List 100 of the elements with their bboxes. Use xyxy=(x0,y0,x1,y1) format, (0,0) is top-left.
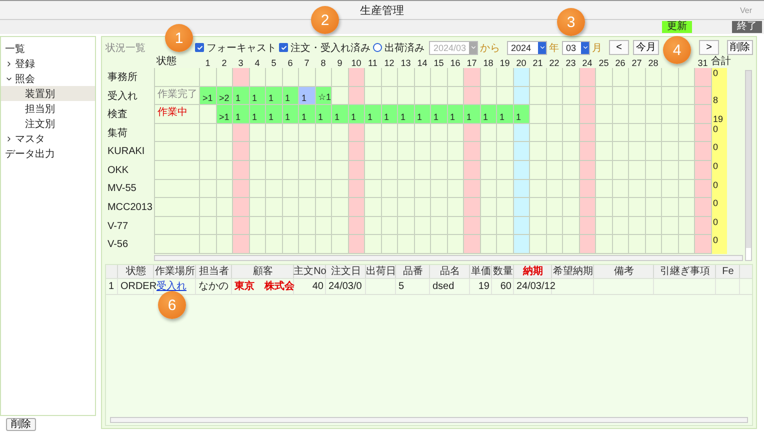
schedule-cell[interactable] xyxy=(282,68,298,87)
schedule-cell[interactable] xyxy=(562,105,579,124)
schedule-cell[interactable] xyxy=(298,142,315,161)
schedule-cell[interactable] xyxy=(199,124,216,142)
schedule-cell[interactable] xyxy=(644,142,662,161)
column-header[interactable]: 納期 xyxy=(514,264,552,278)
column-header[interactable]: 注文日 xyxy=(326,264,366,278)
schedule-cell[interactable] xyxy=(529,124,546,142)
next-button[interactable]: > xyxy=(699,40,719,55)
schedule-cell[interactable] xyxy=(562,180,579,198)
schedule-cell[interactable]: 1 xyxy=(446,105,464,124)
schedule-cell[interactable]: 1 xyxy=(414,105,430,124)
schedule-cell[interactable]: 1 xyxy=(380,105,398,124)
schedule-cell[interactable] xyxy=(232,68,249,87)
schedule-cell[interactable] xyxy=(612,68,628,87)
schedule-cell[interactable] xyxy=(644,235,662,254)
schedule-cell[interactable] xyxy=(414,68,430,87)
delete-button[interactable]: 削除 xyxy=(6,418,36,431)
schedule-cell[interactable] xyxy=(348,235,364,254)
schedule-cell[interactable] xyxy=(430,68,447,87)
checkbox-option[interactable]: フォーキャスト xyxy=(195,40,276,54)
schedule-cell[interactable] xyxy=(298,160,315,180)
schedule-cell[interactable] xyxy=(265,68,282,87)
schedule-cell[interactable] xyxy=(199,235,216,254)
schedule-cell[interactable] xyxy=(562,235,579,254)
schedule-cell[interactable] xyxy=(546,235,562,254)
schedule-cell[interactable] xyxy=(282,235,298,254)
schedule-cell[interactable] xyxy=(331,235,348,254)
schedule-cell[interactable] xyxy=(331,160,348,180)
schedule-cell[interactable] xyxy=(397,198,414,217)
schedule-cell[interactable] xyxy=(529,105,546,124)
schedule-cell[interactable] xyxy=(546,105,562,124)
schedule-cell[interactable] xyxy=(661,235,678,254)
vertical-scrollbar[interactable] xyxy=(745,70,752,261)
schedule-cell[interactable] xyxy=(397,86,414,106)
schedule-cell[interactable] xyxy=(430,124,447,142)
schedule-cell[interactable]: 1 xyxy=(265,86,282,106)
tree-item[interactable]: データ出力 xyxy=(1,146,96,161)
schedule-cell[interactable] xyxy=(496,235,513,254)
schedule-cell[interactable] xyxy=(529,198,546,217)
schedule-cell[interactable] xyxy=(628,68,645,87)
schedule-cell[interactable] xyxy=(661,160,678,180)
schedule-cell[interactable] xyxy=(661,142,678,161)
schedule-cell[interactable] xyxy=(694,68,711,87)
schedule-cell[interactable] xyxy=(529,180,546,198)
schedule-cell[interactable] xyxy=(348,68,364,87)
schedule-cell[interactable] xyxy=(199,105,216,124)
column-header[interactable]: 希望納期 xyxy=(552,264,594,278)
schedule-cell[interactable] xyxy=(661,105,678,124)
schedule-cell[interactable] xyxy=(678,235,694,254)
schedule-cell[interactable] xyxy=(644,68,662,87)
schedule-cell[interactable]: 1 xyxy=(430,105,447,124)
schedule-cell[interactable] xyxy=(463,216,480,236)
schedule-cell[interactable] xyxy=(265,235,282,254)
schedule-cell[interactable] xyxy=(562,68,579,87)
schedule-cell[interactable] xyxy=(595,235,612,254)
schedule-cell[interactable] xyxy=(496,86,513,106)
schedule-cell[interactable] xyxy=(331,198,348,217)
schedule-cell[interactable] xyxy=(314,198,332,217)
schedule-cell[interactable] xyxy=(430,216,447,236)
schedule-cell[interactable]: 1 xyxy=(232,86,249,106)
schedule-cell[interactable] xyxy=(446,198,464,217)
schedule-cell[interactable]: 1 xyxy=(364,105,381,124)
tree-item[interactable]: 登録 xyxy=(1,56,96,71)
schedule-cell[interactable]: >1 xyxy=(216,105,232,124)
schedule-cell[interactable] xyxy=(694,124,711,142)
schedule-cell[interactable] xyxy=(463,198,480,217)
schedule-cell[interactable] xyxy=(480,142,496,161)
schedule-cell[interactable] xyxy=(529,216,546,236)
checkbox-option[interactable]: 注文・受入れ済み xyxy=(279,40,370,54)
schedule-cell[interactable] xyxy=(661,68,678,87)
schedule-cell[interactable] xyxy=(446,142,464,161)
schedule-cell[interactable]: 1 xyxy=(496,105,513,124)
schedule-cell[interactable] xyxy=(248,198,266,217)
column-header[interactable]: 担当者 xyxy=(196,264,232,278)
exit-button[interactable]: 終了 xyxy=(732,21,762,33)
schedule-cell[interactable] xyxy=(694,86,711,106)
schedule-cell[interactable] xyxy=(512,142,530,161)
schedule-cell[interactable]: 1 xyxy=(463,105,480,124)
schedule-cell[interactable] xyxy=(430,160,447,180)
schedule-cell[interactable] xyxy=(331,86,348,106)
schedule-cell[interactable] xyxy=(661,180,678,198)
schedule-cell[interactable] xyxy=(265,142,282,161)
schedule-cell[interactable] xyxy=(562,216,579,236)
schedule-cell[interactable] xyxy=(612,142,628,161)
schedule-cell[interactable] xyxy=(562,124,579,142)
schedule-cell[interactable] xyxy=(232,235,249,254)
schedule-cell[interactable] xyxy=(397,160,414,180)
schedule-cell[interactable] xyxy=(529,86,546,106)
schedule-cell[interactable] xyxy=(331,216,348,236)
schedule-cell[interactable]: 1 xyxy=(480,105,496,124)
column-header[interactable]: 備考 xyxy=(594,264,654,278)
schedule-cell[interactable] xyxy=(694,160,711,180)
schedule-cell[interactable] xyxy=(562,160,579,180)
column-header[interactable]: 数量 xyxy=(492,264,514,278)
schedule-cell[interactable] xyxy=(199,180,216,198)
schedule-cell[interactable] xyxy=(331,180,348,198)
schedule-cell[interactable] xyxy=(546,142,562,161)
schedule-cell[interactable] xyxy=(678,198,694,217)
schedule-cell[interactable] xyxy=(661,124,678,142)
